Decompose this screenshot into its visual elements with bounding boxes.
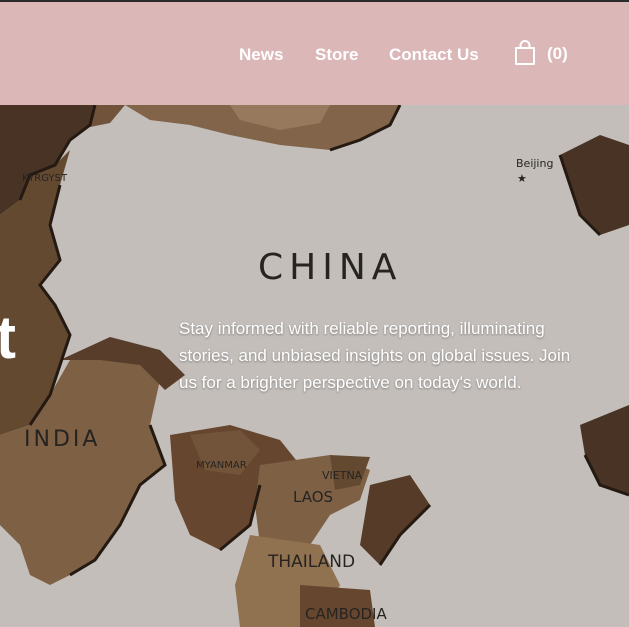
nav-news-link[interactable]: News — [239, 45, 283, 65]
cart-count[interactable]: (0) — [547, 44, 568, 64]
nav-store-link[interactable]: Store — [315, 45, 358, 65]
nav-contact-link[interactable]: Contact Us — [389, 45, 479, 65]
hero-section: CHINA INDIA Beijing ★ KYRGYST MYANMAR VI… — [0, 105, 629, 627]
site-header: News Store Contact Us (0) — [0, 2, 629, 105]
shopping-bag-icon[interactable] — [514, 40, 536, 71]
hero-description: Stay informed with reliable reporting, i… — [179, 319, 571, 392]
hero-heading: t — [0, 304, 16, 371]
